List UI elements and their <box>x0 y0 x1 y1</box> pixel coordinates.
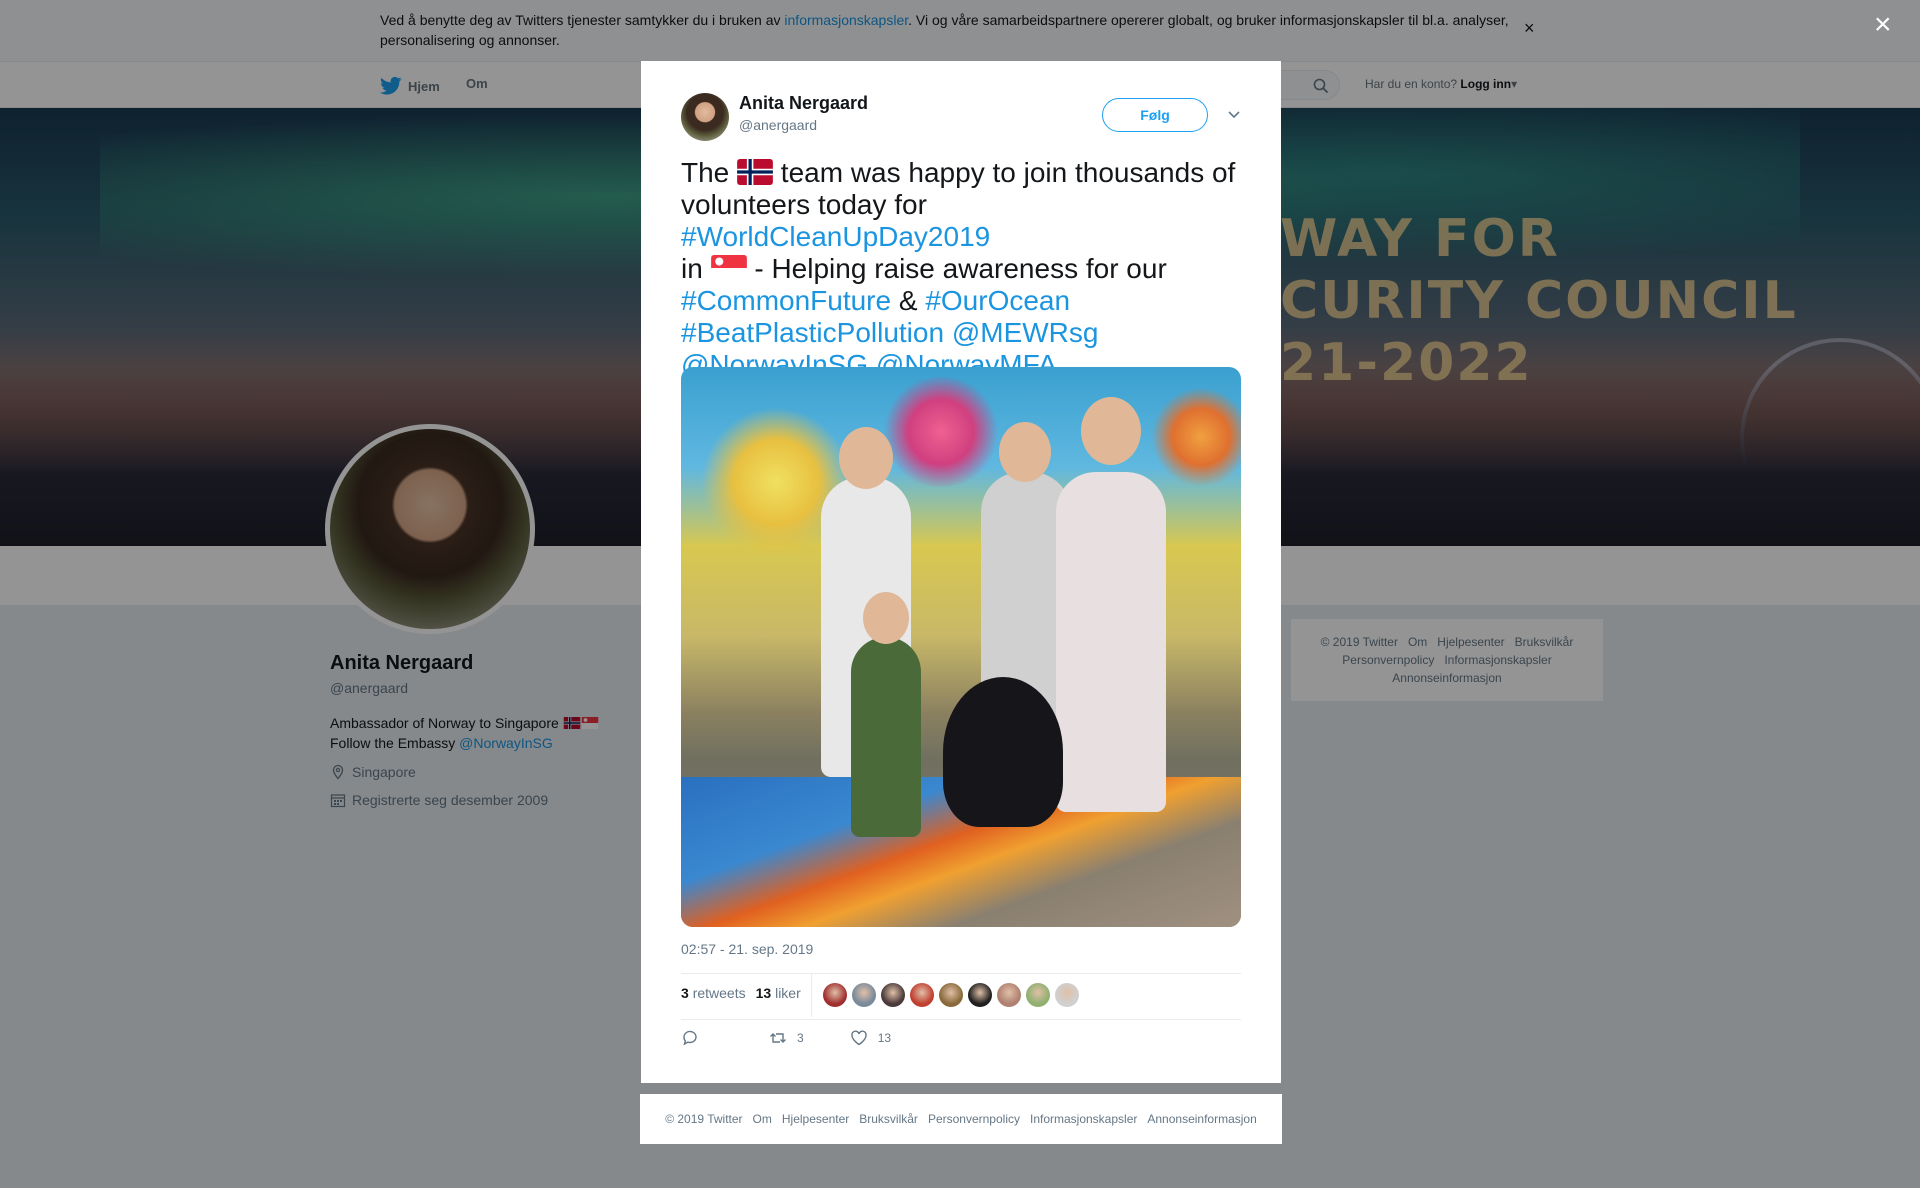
tweet-modal: Anita Nergaard @anergaard Følg The team … <box>641 61 1281 1083</box>
liker-avatar[interactable] <box>968 983 992 1007</box>
likes-stat[interactable]: 13 liker <box>756 985 801 1001</box>
tweet-author-name[interactable]: Anita Nergaard <box>739 93 868 114</box>
hashtag-ourocean[interactable]: #OurOcean <box>925 285 1070 316</box>
liker-avatar[interactable] <box>852 983 876 1007</box>
liker-avatar[interactable] <box>939 983 963 1007</box>
chevron-down-icon[interactable] <box>1227 107 1241 121</box>
person-head <box>1081 397 1141 465</box>
modal-footer: © 2019 Twitter Om Hjelpesenter Bruksvilk… <box>640 1094 1282 1144</box>
person-head <box>999 422 1051 482</box>
divider <box>681 1019 1241 1020</box>
norway-flag-icon <box>737 159 773 185</box>
liker-avatar[interactable] <box>881 983 905 1007</box>
tweet-photo[interactable] <box>681 367 1241 927</box>
mention-mewrsg[interactable]: @MEWRsg <box>952 317 1099 348</box>
liker-avatar[interactable] <box>910 983 934 1007</box>
follow-button[interactable]: Følg <box>1102 98 1208 132</box>
divider <box>811 973 812 1017</box>
retweet-icon <box>770 1033 786 1043</box>
like-button[interactable]: 13 <box>850 1029 891 1047</box>
mural-flower-decoration <box>881 377 1001 487</box>
singapore-flag-icon <box>710 255 747 281</box>
hashtag-commonfuture[interactable]: #CommonFuture <box>681 285 891 316</box>
tweet-actions: 3 13 <box>681 1029 891 1047</box>
liker-avatars <box>823 983 1079 1007</box>
tweet-text: The team was happy to join thousands of … <box>681 157 1236 380</box>
tweet-timestamp[interactable]: 02:57 - 21. sep. 2019 <box>681 941 813 957</box>
heart-icon <box>850 1030 867 1046</box>
liker-avatar[interactable] <box>997 983 1021 1007</box>
liker-avatar[interactable] <box>1055 983 1079 1007</box>
retweets-stat[interactable]: 3 retweets <box>681 985 746 1001</box>
hashtag-worldcleanupday[interactable]: #WorldCleanUpDay2019 <box>681 221 990 252</box>
tweet-stats: 3 retweets 13 liker <box>681 985 801 1001</box>
garbage-bag <box>943 677 1063 827</box>
hashtag-beatplasticpollution[interactable]: #BeatPlasticPollution <box>681 317 944 348</box>
reply-button[interactable] <box>681 1029 699 1047</box>
liker-avatar[interactable] <box>1026 983 1050 1007</box>
tweet-author-avatar[interactable] <box>681 93 729 141</box>
divider <box>681 973 1241 974</box>
person-head <box>863 592 909 644</box>
person-woman-right <box>1056 472 1166 812</box>
mural-flower-decoration <box>1151 387 1241 487</box>
close-icon[interactable]: × <box>1874 10 1892 40</box>
liker-avatar[interactable] <box>823 983 847 1007</box>
person-head <box>839 427 893 489</box>
reply-icon <box>683 1030 697 1046</box>
retweet-button[interactable]: 3 <box>769 1029 804 1047</box>
tweet-author-handle[interactable]: @anergaard <box>739 117 817 133</box>
person-boy <box>851 637 921 837</box>
